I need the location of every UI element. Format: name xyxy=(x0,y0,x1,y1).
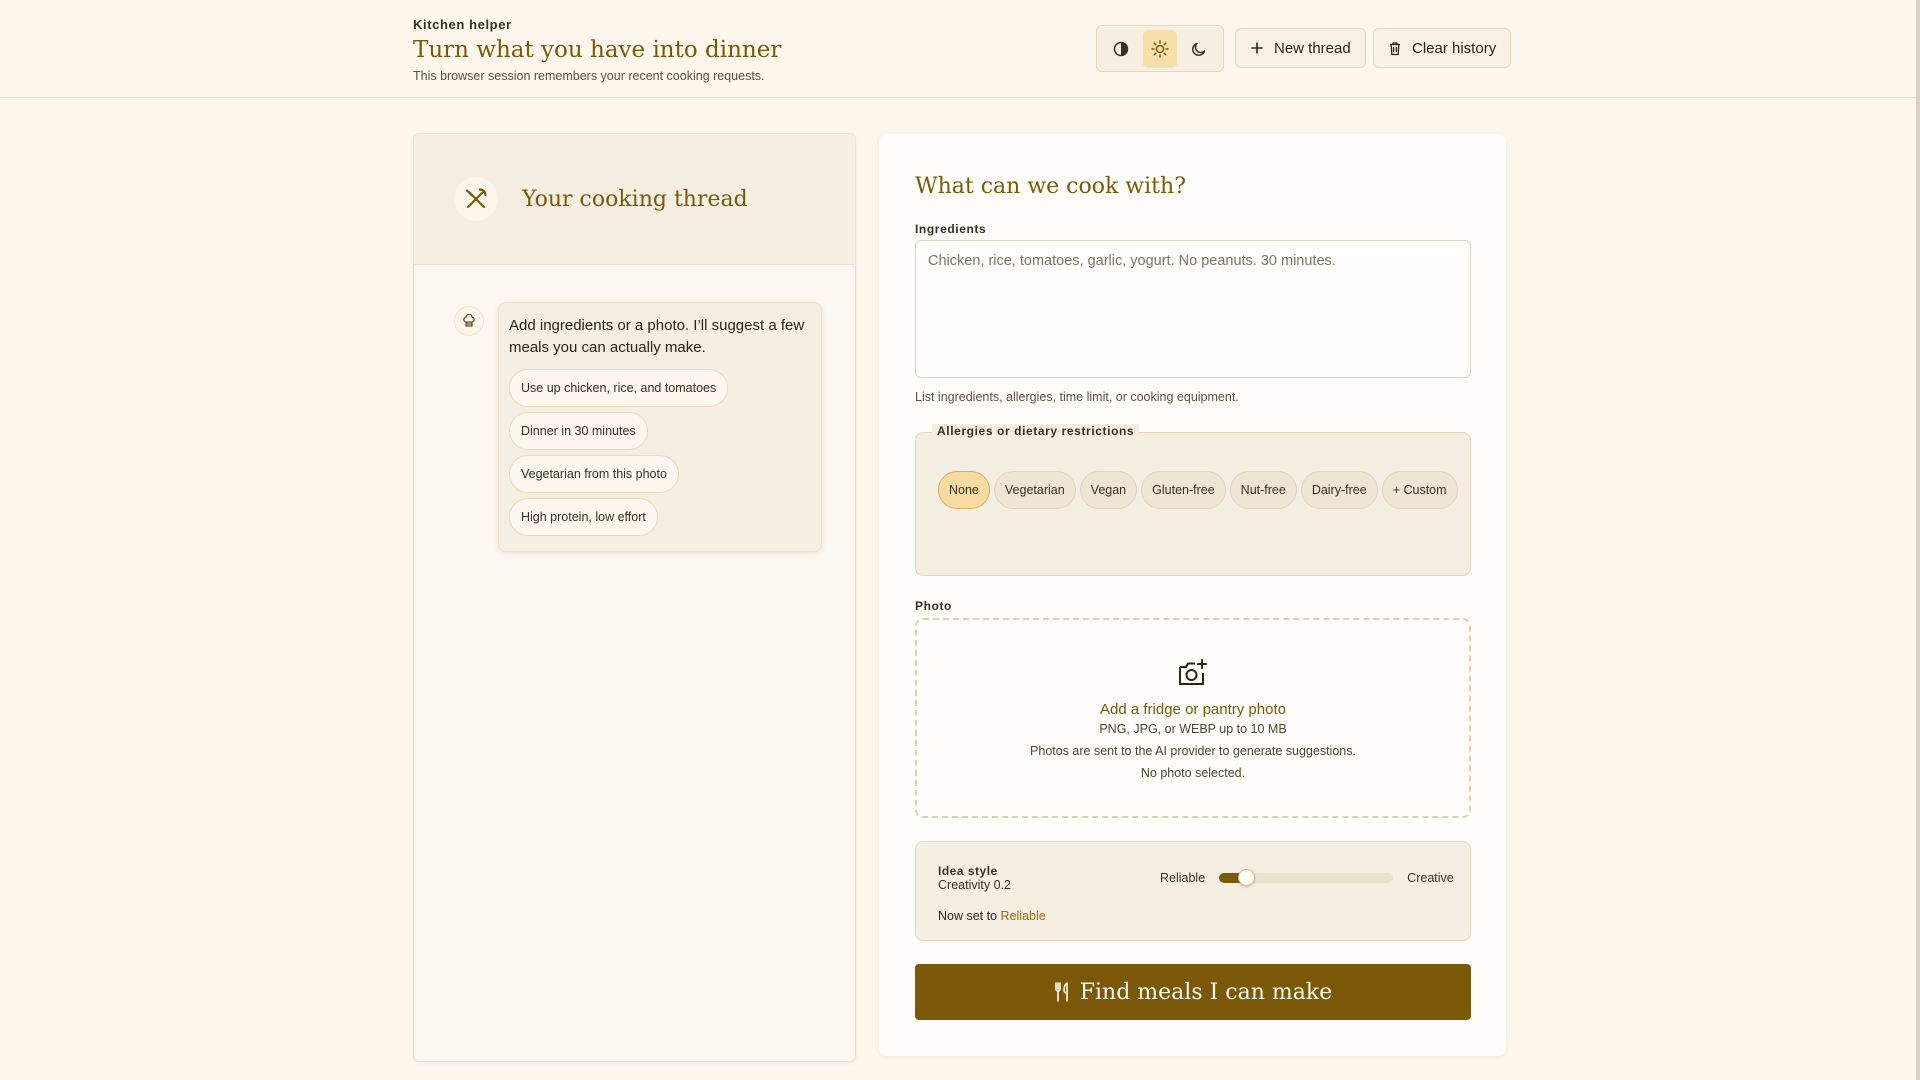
page-scrollbar[interactable] xyxy=(1916,0,1920,1080)
diet-option-none[interactable]: None xyxy=(938,471,990,509)
photo-label: Photo xyxy=(915,599,952,613)
sun-icon xyxy=(1151,39,1169,58)
top-bar: Kitchen helper Turn what you have into d… xyxy=(0,0,1916,98)
utensils-icon xyxy=(454,177,498,221)
new-thread-label: New thread xyxy=(1274,39,1351,57)
photo-title: Add a fridge or pantry photo xyxy=(1100,701,1286,718)
style-status-value: Reliable xyxy=(1000,909,1046,923)
brand: Kitchen helper Turn what you have into d… xyxy=(413,17,781,83)
creativity-slider[interactable] xyxy=(1219,869,1394,886)
diet-option-custom[interactable]: + Custom xyxy=(1381,471,1458,509)
cook-form-panel: What can we cook with? Ingredients List … xyxy=(879,134,1506,1056)
clear-history-button[interactable]: Clear history xyxy=(1373,28,1512,68)
style-status: Now set to Reliable xyxy=(938,909,1046,923)
find-meals-label: Find meals I can make xyxy=(1079,979,1333,1005)
thread-title: Your cooking thread xyxy=(522,186,748,212)
photo-notice: Photos are sent to the AI provider to ge… xyxy=(1030,744,1356,758)
idea-style-group: Idea style Creativity 0.2 Reliable Creat… xyxy=(915,841,1471,941)
find-meals-button[interactable]: Find meals I can make xyxy=(915,964,1471,1020)
trash-icon xyxy=(1390,41,1400,55)
diet-option-gluten-free[interactable]: Gluten-free xyxy=(1141,471,1226,509)
creativity-value: Creativity 0.2 xyxy=(938,878,1011,892)
clear-history-label: Clear history xyxy=(1412,39,1497,57)
message-text: Add ingredients or a photo. I’ll suggest… xyxy=(509,317,805,356)
ingredients-input[interactable] xyxy=(915,240,1471,378)
diet-option-dairy-free[interactable]: Dairy-free xyxy=(1300,471,1378,509)
suggestion-chip[interactable]: Vegetarian from this photo xyxy=(509,455,679,493)
slider-thumb[interactable] xyxy=(1238,869,1256,886)
photo-dropzone[interactable]: Add a fridge or pantry photo PNG, JPG, o… xyxy=(915,618,1471,818)
ingredients-label: Ingredients xyxy=(915,222,987,236)
theme-dark-button[interactable] xyxy=(1182,30,1216,68)
app-kicker: Kitchen helper xyxy=(413,17,512,32)
photo-formats: PNG, JPG, or WEBP up to 10 MB xyxy=(1099,722,1287,736)
theme-auto-button[interactable] xyxy=(1104,30,1138,68)
photo-status: No photo selected. xyxy=(1140,766,1246,780)
assistant-message: Add ingredients or a photo. I’ll suggest… xyxy=(454,302,822,552)
idea-style-label: Idea style xyxy=(938,864,998,878)
diet-option-vegan[interactable]: Vegan xyxy=(1079,471,1138,509)
diet-restrictions-group: Allergies or dietary restrictions None V… xyxy=(915,424,1471,576)
plus-icon xyxy=(1251,42,1263,54)
style-status-prefix: Now set to xyxy=(938,909,998,923)
contrast-icon xyxy=(1113,41,1128,56)
page-subtitle: This browser session remembers your rece… xyxy=(413,69,765,83)
camera-plus-icon xyxy=(1177,658,1209,693)
creativity-slider-row: Reliable Creative xyxy=(1160,869,1454,886)
message-bubble: Add ingredients or a photo. I’ll suggest… xyxy=(498,302,822,552)
form-title: What can we cook with? xyxy=(915,174,1186,199)
suggestion-list: Use up chicken, rice, and tomatoes Dinne… xyxy=(509,369,811,541)
moon-icon xyxy=(1192,42,1206,56)
suggestion-chip[interactable]: Use up chicken, rice, and tomatoes xyxy=(509,369,729,407)
cooking-thread-panel: Your cooking thread Add ingredients or a… xyxy=(413,133,856,1062)
page-title: Turn what you have into dinner xyxy=(413,37,782,63)
slider-max-label: Creative xyxy=(1407,871,1454,885)
theme-light-button[interactable] xyxy=(1142,29,1177,68)
diet-option-vegetarian[interactable]: Vegetarian xyxy=(993,471,1076,509)
fork-knife-icon xyxy=(1054,982,1068,1002)
diet-option-nut-free[interactable]: Nut-free xyxy=(1229,471,1297,509)
ingredients-hint: List ingredients, allergies, time limit,… xyxy=(915,390,1239,404)
diet-label: Allergies or dietary restrictions xyxy=(932,424,1140,438)
chef-hat-icon xyxy=(454,306,484,336)
suggestion-chip[interactable]: High protein, low effort xyxy=(509,498,658,536)
theme-toggle xyxy=(1096,25,1224,72)
diet-options: None Vegetarian Vegan Gluten-free Nut-fr… xyxy=(938,471,1458,509)
thread-header: Your cooking thread xyxy=(414,134,855,265)
suggestion-chip[interactable]: Dinner in 30 minutes xyxy=(509,412,648,450)
slider-min-label: Reliable xyxy=(1160,871,1206,885)
new-thread-button[interactable]: New thread xyxy=(1235,28,1366,68)
